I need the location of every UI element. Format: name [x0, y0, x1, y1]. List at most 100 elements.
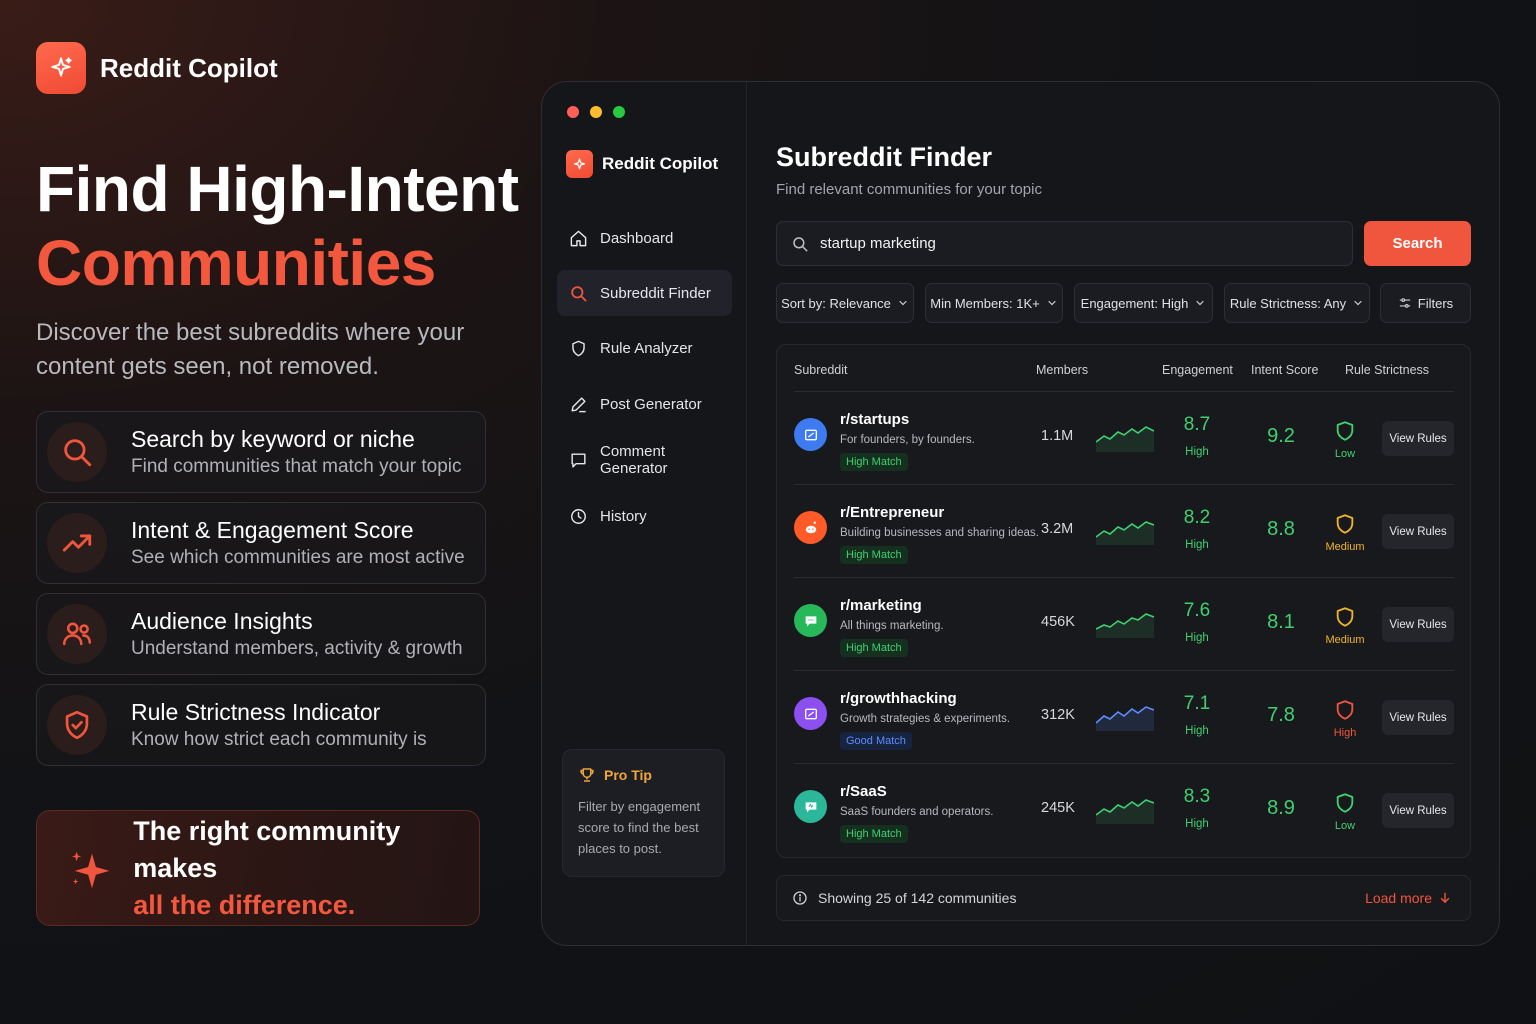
- feature-card-intent: Intent & Engagement Score See which comm…: [36, 502, 486, 584]
- subreddit-avatar-icon: [794, 697, 827, 730]
- sidebar-item-label: Comment Generator: [600, 443, 668, 477]
- hero-subtitle: Discover the best subreddits where your …: [36, 319, 465, 380]
- chevron-down-icon: [1196, 300, 1204, 306]
- column-header-members: Members: [1036, 363, 1089, 377]
- results-count: Showing 25 of 142 communities: [818, 890, 1017, 906]
- view-rules-button[interactable]: View Rules: [1382, 421, 1454, 456]
- trophy-icon: [580, 768, 594, 782]
- column-header-engagement: Engagement: [1162, 363, 1233, 377]
- engagement-score: 8.7: [1183, 414, 1211, 435]
- engagement-sparkline: [1096, 799, 1154, 824]
- subreddit-name[interactable]: r/Entrepreneur: [840, 504, 944, 521]
- view-rules-button[interactable]: View Rules: [1382, 607, 1454, 642]
- match-badge: High Match: [840, 639, 908, 657]
- filter-label: Filters: [1417, 295, 1454, 311]
- shield-icon: [1336, 607, 1354, 627]
- clock-icon: [571, 508, 586, 524]
- min-members-dropdown[interactable]: Min Members: 1K+: [925, 283, 1063, 323]
- subreddit-avatar-icon: [794, 511, 827, 544]
- pro-tip-body: Filter by engagement score to find the b…: [578, 799, 701, 856]
- match-badge: High Match: [840, 453, 908, 471]
- subreddit-desc: For founders, by founders.: [840, 434, 975, 446]
- chevron-down-icon: [1354, 300, 1362, 306]
- page-subtitle: Find relevant communities for your topic: [776, 181, 1042, 198]
- hero-title-line1: Find High-Intent: [36, 153, 519, 225]
- subreddit-name[interactable]: r/startups: [840, 411, 909, 428]
- subreddit-desc: SaaS founders and operators.: [840, 806, 994, 818]
- sparkle-icon: [71, 851, 110, 889]
- home-icon: [570, 230, 587, 246]
- filter-label: Engagement: High: [1080, 295, 1189, 311]
- engagement-dropdown[interactable]: Engagement: High: [1074, 283, 1213, 323]
- close-dot[interactable]: [567, 106, 579, 118]
- subreddit-name[interactable]: r/marketing: [840, 597, 922, 614]
- sidebar-item-subreddit-finder[interactable]: Subreddit Finder: [557, 270, 732, 316]
- sidebar-item-label: History: [600, 507, 647, 525]
- match-badge: Good Match: [840, 732, 912, 750]
- chevron-down-icon: [899, 300, 907, 306]
- intent-score: 9.2: [1267, 425, 1295, 447]
- sidebar-brand: Reddit Copilot: [566, 150, 718, 178]
- table-row[interactable]: r/startups For founders, by founders. Hi…: [794, 391, 1454, 484]
- match-badge: High Match: [840, 825, 908, 843]
- match-badge: High Match: [840, 546, 908, 564]
- feature-desc: Know how strict each community is: [131, 729, 427, 750]
- feature-title: Audience Insights: [131, 608, 313, 634]
- subreddit-desc: Growth strategies & experiments.: [840, 713, 1011, 725]
- subreddit-name[interactable]: r/growthhacking: [840, 690, 957, 707]
- engagement-score: 8.2: [1183, 507, 1211, 528]
- search-button[interactable]: Search: [1364, 221, 1471, 266]
- engagement-sparkline: [1096, 613, 1154, 638]
- page-title: Subreddit Finder: [776, 142, 992, 172]
- sidebar-brand-name: Reddit Copilot: [602, 154, 719, 173]
- sidebar: Reddit Copilot Dashboard Subreddit Finde…: [542, 82, 747, 945]
- sidebar-item-label: Post Generator: [600, 395, 702, 413]
- shield-icon: [1336, 514, 1354, 534]
- shield-icon: [1336, 421, 1354, 441]
- search-field[interactable]: [776, 221, 1353, 266]
- intent-score: 7.8: [1267, 704, 1295, 726]
- feature-title: Search by keyword or niche: [131, 426, 415, 452]
- load-more-button[interactable]: Load more: [1365, 890, 1452, 906]
- rule-strictness-dropdown[interactable]: Rule Strictness: Any: [1224, 283, 1370, 323]
- feature-title: Rule Strictness Indicator: [131, 699, 381, 725]
- subreddit-desc: Building businesses and sharing ideas.: [840, 527, 1039, 539]
- sidebar-item-history[interactable]: History: [557, 493, 732, 539]
- search-input[interactable]: [820, 235, 1300, 252]
- sidebar-item-comment-generator[interactable]: Comment Generator: [557, 437, 732, 483]
- table-row[interactable]: r/growthhacking Growth strategies & expe…: [794, 670, 1454, 763]
- table-row[interactable]: r/SaaS SaaS founders and operators. High…: [794, 763, 1454, 856]
- sort-dropdown[interactable]: Sort by: Relevance: [776, 283, 914, 323]
- column-header-strictness: Rule Strictness: [1345, 363, 1430, 377]
- view-rules-button[interactable]: View Rules: [1382, 514, 1454, 549]
- intent-score: 8.9: [1267, 797, 1295, 819]
- feature-card-search: Search by keyword or niche Find communit…: [36, 411, 486, 493]
- minimize-dot[interactable]: [590, 106, 602, 118]
- main-content: Subreddit Finder Find relevant communiti…: [776, 82, 1476, 945]
- sidebar-item-dashboard[interactable]: Dashboard: [557, 215, 732, 261]
- hero-title: Find High-Intent Communities: [36, 152, 519, 300]
- view-rules-button[interactable]: View Rules: [1382, 700, 1454, 735]
- engagement-sparkline: [1096, 426, 1154, 452]
- filters-button[interactable]: Filters: [1380, 283, 1471, 323]
- view-rules-button[interactable]: View Rules: [1382, 793, 1454, 828]
- users-icon: [47, 604, 107, 664]
- sidebar-item-post-generator[interactable]: Post Generator: [557, 381, 732, 427]
- engagement-level: High: [1185, 818, 1209, 830]
- brand-logo-row: Reddit Copilot: [36, 42, 278, 94]
- members-count: 3.2M: [1041, 521, 1074, 537]
- table-row[interactable]: r/marketing All things marketing. High M…: [794, 577, 1454, 670]
- subreddit-name[interactable]: r/SaaS: [840, 783, 887, 800]
- load-more-label: Load more: [1365, 890, 1432, 906]
- strictness-level: Low: [1334, 820, 1356, 832]
- sidebar-item-rule-analyzer[interactable]: Rule Analyzer: [557, 325, 732, 371]
- hero-title-line2: Communities: [36, 227, 436, 299]
- sliders-icon: [1399, 298, 1411, 308]
- strictness-level: Medium: [1325, 541, 1365, 553]
- table-row[interactable]: r/Entrepreneur Building businesses and s…: [794, 484, 1454, 577]
- maximize-dot[interactable]: [613, 106, 625, 118]
- intent-score: 8.1: [1267, 611, 1295, 633]
- subreddit-table: Subreddit Members Engagement Intent Scor…: [776, 344, 1471, 858]
- feature-card-audience: Audience Insights Understand members, ac…: [36, 593, 486, 675]
- app-window: Reddit Copilot Dashboard Subreddit Finde…: [541, 81, 1500, 946]
